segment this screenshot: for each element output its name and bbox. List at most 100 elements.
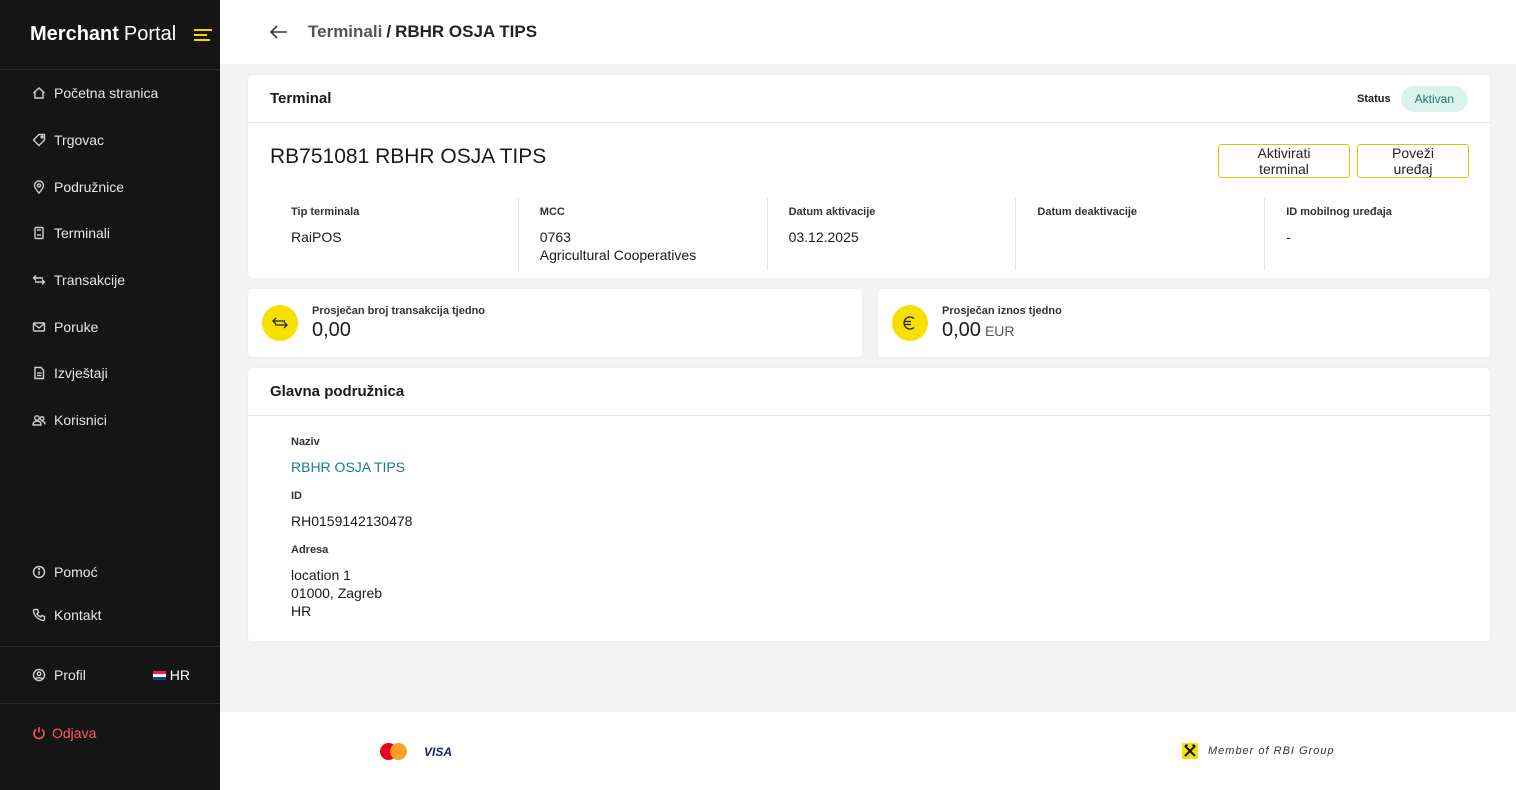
sidebar-item-users[interactable]: Korisnici xyxy=(0,397,220,444)
sidebar-item-label: Kontakt xyxy=(54,606,102,623)
stat-value: 0,00 xyxy=(312,318,351,341)
activate-terminal-button[interactable]: Aktivirati terminal xyxy=(1218,144,1350,178)
sidebar-item-reports[interactable]: Izvještaji xyxy=(0,350,220,397)
language-code: HR xyxy=(169,667,190,683)
branch-card-header: Glavna podružnica xyxy=(248,368,1490,416)
tag-icon xyxy=(32,133,46,147)
breadcrumb-current: RBHR OSJA TIPS xyxy=(395,22,538,41)
avg-transactions-card: Prosječan broj transakcija tjedno 0,00 xyxy=(248,289,862,357)
page-header: Terminali / RBHR OSJA TIPS xyxy=(220,0,1516,64)
mastercard-logo xyxy=(380,743,408,761)
stat-text: Prosječan iznos tjedno 0,00 EUR xyxy=(942,305,1062,342)
breadcrumb-terminals-link[interactable]: Terminali xyxy=(308,22,382,42)
status-badge: Aktivan xyxy=(1400,85,1468,112)
terminal-type-field: Tip terminala RaiPOS xyxy=(270,198,519,270)
terminal-info-row: Tip terminala RaiPOS MCC 0763 Agricultur… xyxy=(270,198,1514,270)
profile-row: Profil HR xyxy=(0,646,220,704)
sidebar-item-contact[interactable]: Kontakt xyxy=(0,593,220,636)
stat-label: Prosječan broj transakcija tjedno xyxy=(312,304,486,317)
avg-amount-card: Prosječan iznos tjedno 0,00 EUR xyxy=(878,289,1490,357)
branch-address-value: location 1 01000, Zagreb HR xyxy=(291,566,1490,620)
transfer-arrows-icon xyxy=(262,305,298,341)
menu-toggle-icon[interactable] xyxy=(194,26,213,44)
sidebar: Merchant Portal Početna stranica Trgovac… xyxy=(0,0,220,790)
currency-unit: EUR xyxy=(984,322,1015,339)
main-branch-card: Glavna podružnica Naziv RBHR OSJA TIPS I… xyxy=(248,368,1490,641)
location-pin-icon xyxy=(32,180,46,194)
brand-name-bold: Merchant xyxy=(30,23,119,45)
sidebar-item-transactions[interactable]: Transakcije xyxy=(0,257,220,304)
sidebar-item-label: Trgovac xyxy=(54,132,105,149)
sidebar-item-label: Podružnice xyxy=(54,178,125,195)
stat-text: Prosječan broj transakcija tjedno 0,00 xyxy=(312,305,485,342)
logout-button[interactable]: Odjava xyxy=(32,725,96,741)
terminal-title: RB751081 RBHR OSJA TIPS xyxy=(270,145,547,168)
field-value: 03.12.2025 xyxy=(788,229,859,245)
terminal-icon xyxy=(32,226,46,240)
sidebar-item-label: Početna stranica xyxy=(54,85,159,102)
deactivation-date-field: Datum deaktivacije xyxy=(1016,198,1266,270)
stat-label: Prosječan iznos tjedno xyxy=(942,304,1062,317)
users-icon xyxy=(32,413,46,427)
field-value: - xyxy=(1286,229,1291,245)
sidebar-item-label: Izvještaji xyxy=(54,365,108,382)
terminal-card-header: Terminal Status Aktivan xyxy=(248,75,1490,123)
sidebar-item-branches[interactable]: Podružnice xyxy=(0,163,220,210)
page-footer: VISA Member of RBI Group xyxy=(220,712,1516,790)
mobile-device-id-field: ID mobilnog uređaja - xyxy=(1265,198,1514,270)
rbi-member-text: Member of RBI Group xyxy=(1208,745,1335,757)
home-icon xyxy=(32,86,46,100)
terminal-card: Terminal Status Aktivan RB751081 RBHR OS… xyxy=(248,75,1490,278)
stat-value: 0,00 xyxy=(942,318,981,341)
sidebar-bottom-nav: Pomoć Kontakt xyxy=(0,550,220,636)
branch-id-value: RH0159142130478 xyxy=(291,513,413,529)
branch-id-label: ID xyxy=(291,490,302,502)
document-icon xyxy=(32,366,46,380)
info-icon xyxy=(32,565,46,579)
activation-date-field: Datum aktivacije 03.12.2025 xyxy=(768,198,1017,270)
address-line: location 1 xyxy=(291,567,351,583)
stat-value-wrap: 0,00 EUR xyxy=(942,319,1062,342)
connect-device-button[interactable]: Poveži uređaj xyxy=(1357,144,1469,178)
branch-address-label: Adresa xyxy=(291,544,329,556)
sidebar-item-label: Terminali xyxy=(54,225,111,242)
terminal-section-title: Terminal xyxy=(270,90,332,107)
logout-label: Odjava xyxy=(52,725,97,741)
field-label: Tip terminala xyxy=(291,206,360,218)
brand-name-light: Portal xyxy=(123,23,177,45)
branch-name-link[interactable]: RBHR OSJA TIPS xyxy=(291,458,1490,476)
address-line: 01000, Zagreb xyxy=(291,585,383,601)
mcc-description: Agricultural Cooperatives xyxy=(539,247,697,263)
sidebar-item-merchant[interactable]: Trgovac xyxy=(0,117,220,164)
mcc-field: MCC 0763 Agricultural Cooperatives xyxy=(519,198,768,270)
mcc-code: 0763 xyxy=(539,229,571,245)
transfer-arrows-icon xyxy=(32,273,46,287)
sidebar-item-label: Transakcije xyxy=(54,272,126,289)
field-value: 0763 Agricultural Cooperatives xyxy=(540,228,767,264)
sidebar-item-terminals[interactable]: Terminali xyxy=(0,210,220,257)
visa-logo: VISA xyxy=(424,745,453,759)
sidebar-item-home[interactable]: Početna stranica xyxy=(0,70,220,117)
back-arrow-icon[interactable] xyxy=(268,21,290,43)
raiffeisen-logo-icon xyxy=(1182,743,1198,759)
status-label: Status xyxy=(1357,92,1391,105)
breadcrumb-separator: / xyxy=(386,22,392,41)
profile-link[interactable]: Profil xyxy=(32,667,86,683)
sidebar-item-label: Poruke xyxy=(54,318,99,335)
brand-header: Merchant Portal xyxy=(0,0,220,70)
field-label: Datum deaktivacije xyxy=(1037,206,1138,218)
profile-label: Profil xyxy=(54,667,86,683)
branch-section-title: Glavna podružnica xyxy=(270,383,405,400)
sidebar-item-help[interactable]: Pomoć xyxy=(0,550,220,593)
mail-icon xyxy=(32,320,46,334)
sidebar-nav: Početna stranica Trgovac Podružnice Term… xyxy=(0,70,220,444)
language-switcher[interactable]: HR xyxy=(152,667,190,683)
field-label: Datum aktivacije xyxy=(788,206,876,218)
branch-name-label: Naziv xyxy=(291,436,320,448)
status-wrap: Status Aktivan xyxy=(1357,85,1468,112)
sidebar-item-messages[interactable]: Poruke xyxy=(0,303,220,350)
phone-icon xyxy=(32,608,46,622)
user-circle-icon xyxy=(32,668,46,682)
power-icon xyxy=(32,726,46,740)
sidebar-item-label: Pomoć xyxy=(54,563,98,580)
